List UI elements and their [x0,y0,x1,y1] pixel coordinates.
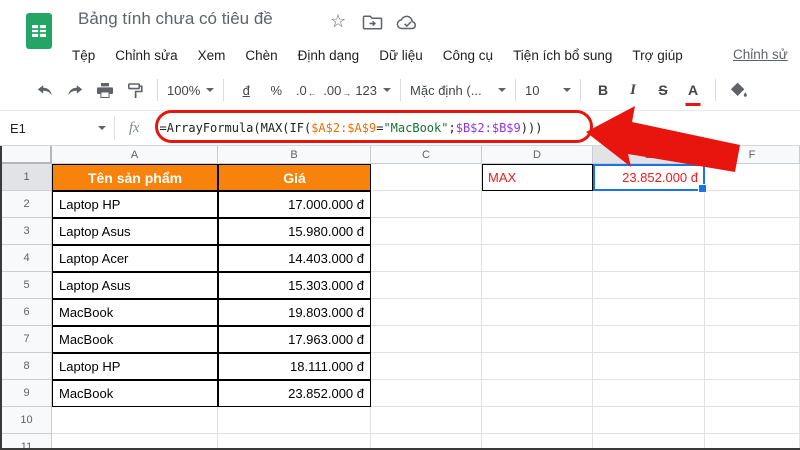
cell-B7[interactable]: 17.963.000 đ [218,326,371,353]
google-sheets-window: Bảng tính chưa có tiêu đề ☆ TệpChỉnh sửa… [0,0,800,450]
spreadsheet-grid: ABCDEF1234567891011Tên sản phẩmGiáLaptop… [0,0,800,450]
cell-F5[interactable] [705,272,800,299]
cell-E5[interactable] [593,272,705,299]
cell-D10[interactable] [482,407,593,434]
cell-A10[interactable] [52,407,218,434]
cell-F7[interactable] [705,326,800,353]
cell-B9[interactable]: 23.852.000 đ [218,380,371,407]
cell-C4[interactable] [371,245,482,272]
cell-F1[interactable] [705,164,800,191]
cell-D4[interactable] [482,245,593,272]
cell-D2[interactable] [482,191,593,218]
row-header-5[interactable]: 5 [2,272,52,299]
cell-A7[interactable]: MacBook [52,326,218,353]
select-all-corner[interactable] [2,146,52,164]
cell-E10[interactable] [593,407,705,434]
cell-D5[interactable] [482,272,593,299]
cell-F3[interactable] [705,218,800,245]
cell-D7[interactable] [482,326,593,353]
cell-B6[interactable]: 19.803.000 đ [218,299,371,326]
cell-A3[interactable]: Laptop Asus [52,218,218,245]
column-header-E[interactable]: E [593,146,705,164]
window-edge-left [0,146,2,450]
cell-C8[interactable] [371,353,482,380]
cell-A6[interactable]: MacBook [52,299,218,326]
cell-C1[interactable] [371,164,482,191]
cell-C9[interactable] [371,380,482,407]
column-header-D[interactable]: D [482,146,593,164]
cell-B8[interactable]: 18.111.000 đ [218,353,371,380]
cell-D1[interactable]: MAX [482,164,593,191]
cell-E1-selected[interactable]: 23.852.000 đ [593,164,705,191]
column-header-A[interactable]: A [52,146,218,164]
cell-D6[interactable] [482,299,593,326]
cell-D9[interactable] [482,380,593,407]
cell-E4[interactable] [593,245,705,272]
cell-C3[interactable] [371,218,482,245]
cell-F10[interactable] [705,407,800,434]
cell-A2[interactable]: Laptop HP [52,191,218,218]
cell-F8[interactable] [705,353,800,380]
cell-E3[interactable] [593,218,705,245]
cell-C7[interactable] [371,326,482,353]
cell-F4[interactable] [705,245,800,272]
cell-E8[interactable] [593,353,705,380]
row-header-10[interactable]: 10 [2,407,52,434]
cell-F2[interactable] [705,191,800,218]
column-header-F[interactable]: F [705,146,800,164]
cell-E6[interactable] [593,299,705,326]
row-header-8[interactable]: 8 [2,353,52,380]
cell-A9[interactable]: MacBook [52,380,218,407]
cell-F9[interactable] [705,380,800,407]
cell-D8[interactable] [482,353,593,380]
cell-B2[interactable]: 17.000.000 đ [218,191,371,218]
cell-F6[interactable] [705,299,800,326]
column-header-C[interactable]: C [371,146,482,164]
cell-B4[interactable]: 14.403.000 đ [218,245,371,272]
row-header-9[interactable]: 9 [2,380,52,407]
cell-A1[interactable]: Tên sản phẩm [52,164,218,191]
row-header-6[interactable]: 6 [2,299,52,326]
cell-B1[interactable]: Giá [218,164,371,191]
cell-A4[interactable]: Laptop Acer [52,245,218,272]
row-header-2[interactable]: 2 [2,191,52,218]
row-header-7[interactable]: 7 [2,326,52,353]
row-header-4[interactable]: 4 [2,245,52,272]
cell-C10[interactable] [371,407,482,434]
cell-B5[interactable]: 15.303.000 đ [218,272,371,299]
column-header-B[interactable]: B [218,146,371,164]
cell-A5[interactable]: Laptop Asus [52,272,218,299]
cell-A8[interactable]: Laptop HP [52,353,218,380]
cell-C6[interactable] [371,299,482,326]
cell-E7[interactable] [593,326,705,353]
cell-B3[interactable]: 15.980.000 đ [218,218,371,245]
cell-B10[interactable] [218,407,371,434]
cell-E9[interactable] [593,380,705,407]
cell-C5[interactable] [371,272,482,299]
cell-C2[interactable] [371,191,482,218]
fill-handle[interactable] [698,184,707,193]
cell-E2[interactable] [593,191,705,218]
row-header-1[interactable]: 1 [2,164,52,191]
row-header-3[interactable]: 3 [2,218,52,245]
cell-D3[interactable] [482,218,593,245]
